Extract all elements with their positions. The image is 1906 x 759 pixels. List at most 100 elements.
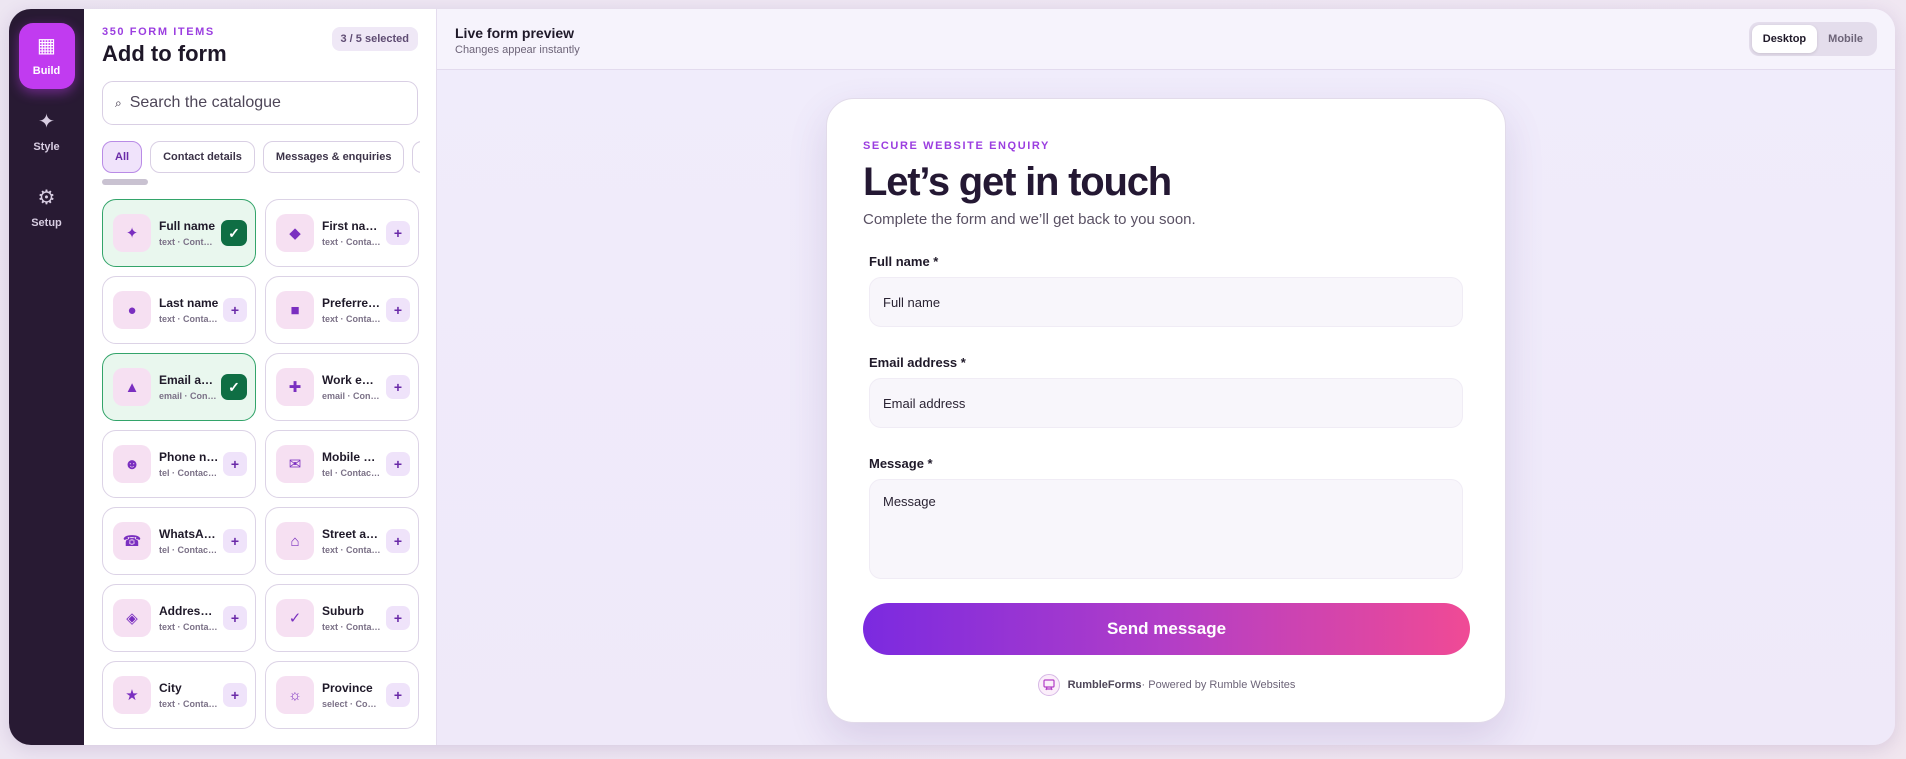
add-item-icon[interactable]: + [386,529,410,553]
square-icon: ■ [276,291,314,329]
catalogue-item-name: Work email [322,373,382,387]
catalogue-item-card[interactable]: ⌂ Street address text · Contact details + [265,507,419,575]
catalogue-item-name: First name [322,219,382,233]
filter-chip[interactable]: All [102,141,143,173]
add-item-icon[interactable]: + [386,298,410,322]
catalogue-item-name: Email address [159,373,217,387]
plus-icon: ✚ [276,368,314,406]
catalogue-item-meta: text · Contact details [159,314,219,324]
filter-chip[interactable]: Messages & enquiries [262,141,405,173]
catalogue-item-name: City [159,681,182,695]
chips-scrollbar-thumb[interactable] [102,179,148,185]
catalogue-item-meta: tel · Contact details [159,468,219,478]
preview-title: Live form preview [455,25,575,41]
catalogue-item-meta: email · Contact details [159,391,217,401]
rail-item-setup[interactable]: ⚙ Setup [19,175,75,241]
preview-header: Live form preview Changes appear instant… [437,9,1895,70]
catalogue-item-meta: tel · Contact details [322,468,382,478]
catalogue-panel: 350 FORM ITEMS Add to form 3 / 5 selecte… [84,9,437,745]
smiley-icon: ☻ [113,445,151,483]
rail-item-build[interactable]: ▦ Build [18,23,75,89]
rail-item-style[interactable]: ✦ Style [19,99,75,165]
catalogue-item-card[interactable]: ◈ Address line 2 text · Contact details + [102,584,256,652]
add-item-icon[interactable]: + [223,529,247,553]
add-item-icon[interactable]: + [386,606,410,630]
catalogue-item-name: Mobile number [322,450,382,464]
toggle-mobile[interactable]: Mobile [1817,25,1874,53]
field-label: Full name * [869,254,939,269]
add-item-icon[interactable]: + [386,375,410,399]
catalogue-item-meta: email · Contact details [322,391,382,401]
catalogue-item-card[interactable]: ✦ Full name text · Contact details ✓ [102,199,256,267]
catalogue-item-meta: text · Contact details [322,545,382,555]
catalogue-item-card[interactable]: ☻ Phone number tel · Contact details + [102,430,256,498]
catalogue-item-card[interactable]: ✚ Work email email · Contact details + [265,353,419,421]
catalogue-item-text: Full name text · Contact details [159,219,217,247]
catalogue-item-text: Work email email · Contact details [322,373,382,401]
catalogue-item-name: Phone number [159,450,219,464]
check-icon: ✓ [276,599,314,637]
catalogue-item-card[interactable]: ◆ First name text · Contact details + [265,199,419,267]
filter-chip[interactable] [412,141,420,173]
catalogue-item-meta: tel · Contact details [159,545,219,555]
form-fields: Full name * Full name Email address * Email… [863,254,1469,579]
message-textarea[interactable]: Message [869,479,1463,579]
catalogue-item-name: Preferred name [322,296,382,310]
gear-icon: ⚙ [37,187,56,209]
add-item-icon[interactable]: + [223,683,247,707]
star-icon: ★ [113,676,151,714]
catalogue-item-grid: ✦ Full name text · Contact details ✓ ◆ First … [102,199,436,729]
preview-area: Live form preview Changes appear instant… [437,9,1895,745]
footer-brand: RumbleForms [1067,679,1142,691]
catalogue-item-text: Phone number tel · Contact details [159,450,219,478]
diamond-icon: ◆ [276,214,314,252]
form-kicker: SECURE WEBSITE ENQUIRY [863,140,1050,152]
catalogue-item-meta: select · Contact details [322,699,382,709]
catalogue-search[interactable]: ⌕ [102,81,418,125]
catalogue-search-input[interactable] [129,94,405,112]
triangle-icon: ▲ [113,368,151,406]
catalogue-item-text: Address line 2 text · Contact details [159,604,219,632]
catalogue-item-card[interactable]: ■ Preferred name text · Contact details + [265,276,419,344]
catalogue-item-name: Last name [159,296,219,310]
send-message-button[interactable]: Send message [863,603,1470,655]
catalogue-item-card[interactable]: ● Last name text · Contact details + [102,276,256,344]
envelope-icon: ✉ [276,445,314,483]
selected-check-icon[interactable]: ✓ [221,220,247,246]
form-field: Message * Message [869,456,1463,579]
form-field: Email address * Email address [869,355,1463,428]
catalogue-item-card[interactable]: ☼ Province select · Contact details + [265,661,419,729]
toggle-desktop[interactable]: Desktop [1751,25,1818,53]
rail-item-label: Setup [31,217,62,229]
catalogue-item-name: Street address [322,527,382,541]
add-item-icon[interactable]: + [386,683,410,707]
left-rail: ▦ Build ✦ Style ⚙ Setup [9,9,84,745]
catalogue-item-card[interactable]: ✓ Suburb text · Contact details + [265,584,419,652]
catalogue-item-name: WhatsApp number [159,527,219,541]
selected-check-icon[interactable]: ✓ [221,374,247,400]
catalogue-item-meta: text · Contact details [159,622,219,632]
text-input[interactable]: Full name [869,277,1463,327]
sparkle-icon: ✦ [38,111,55,133]
catalogue-item-text: WhatsApp number tel · Contact details [159,527,219,555]
catalogue-item-name: Full name [159,219,216,233]
text-input[interactable]: Email address [869,378,1463,428]
catalogue-item-text: Preferred name text · Contact details [322,296,382,324]
add-item-icon[interactable]: + [223,606,247,630]
catalogue-item-card[interactable]: ✉ Mobile number tel · Contact details + [265,430,419,498]
form-subtitle: Complete the form and we’ll get back to … [863,211,1196,228]
chips-scrollbar[interactable] [102,179,418,185]
catalogue-item-card[interactable]: ▲ Email address email · Contact details ✓ [102,353,256,421]
catalogue-item-text: Mobile number tel · Contact details [322,450,382,478]
catalogue-item-text: Street address text · Contact details [322,527,382,555]
catalogue-item-meta: text · Contact details [322,622,382,632]
rail-item-label: Style [33,141,60,153]
filter-chip[interactable]: Contact details [150,141,255,173]
add-item-icon[interactable]: + [386,452,410,476]
add-item-icon[interactable]: + [223,452,247,476]
catalogue-item-card[interactable]: ★ City text · Contact details + [102,661,256,729]
catalogue-item-card[interactable]: ☎ WhatsApp number tel · Contact details + [102,507,256,575]
add-item-icon[interactable]: + [223,298,247,322]
catalogue-header: 350 FORM ITEMS Add to form 3 / 5 selecte… [84,9,436,69]
add-item-icon[interactable]: + [386,221,410,245]
